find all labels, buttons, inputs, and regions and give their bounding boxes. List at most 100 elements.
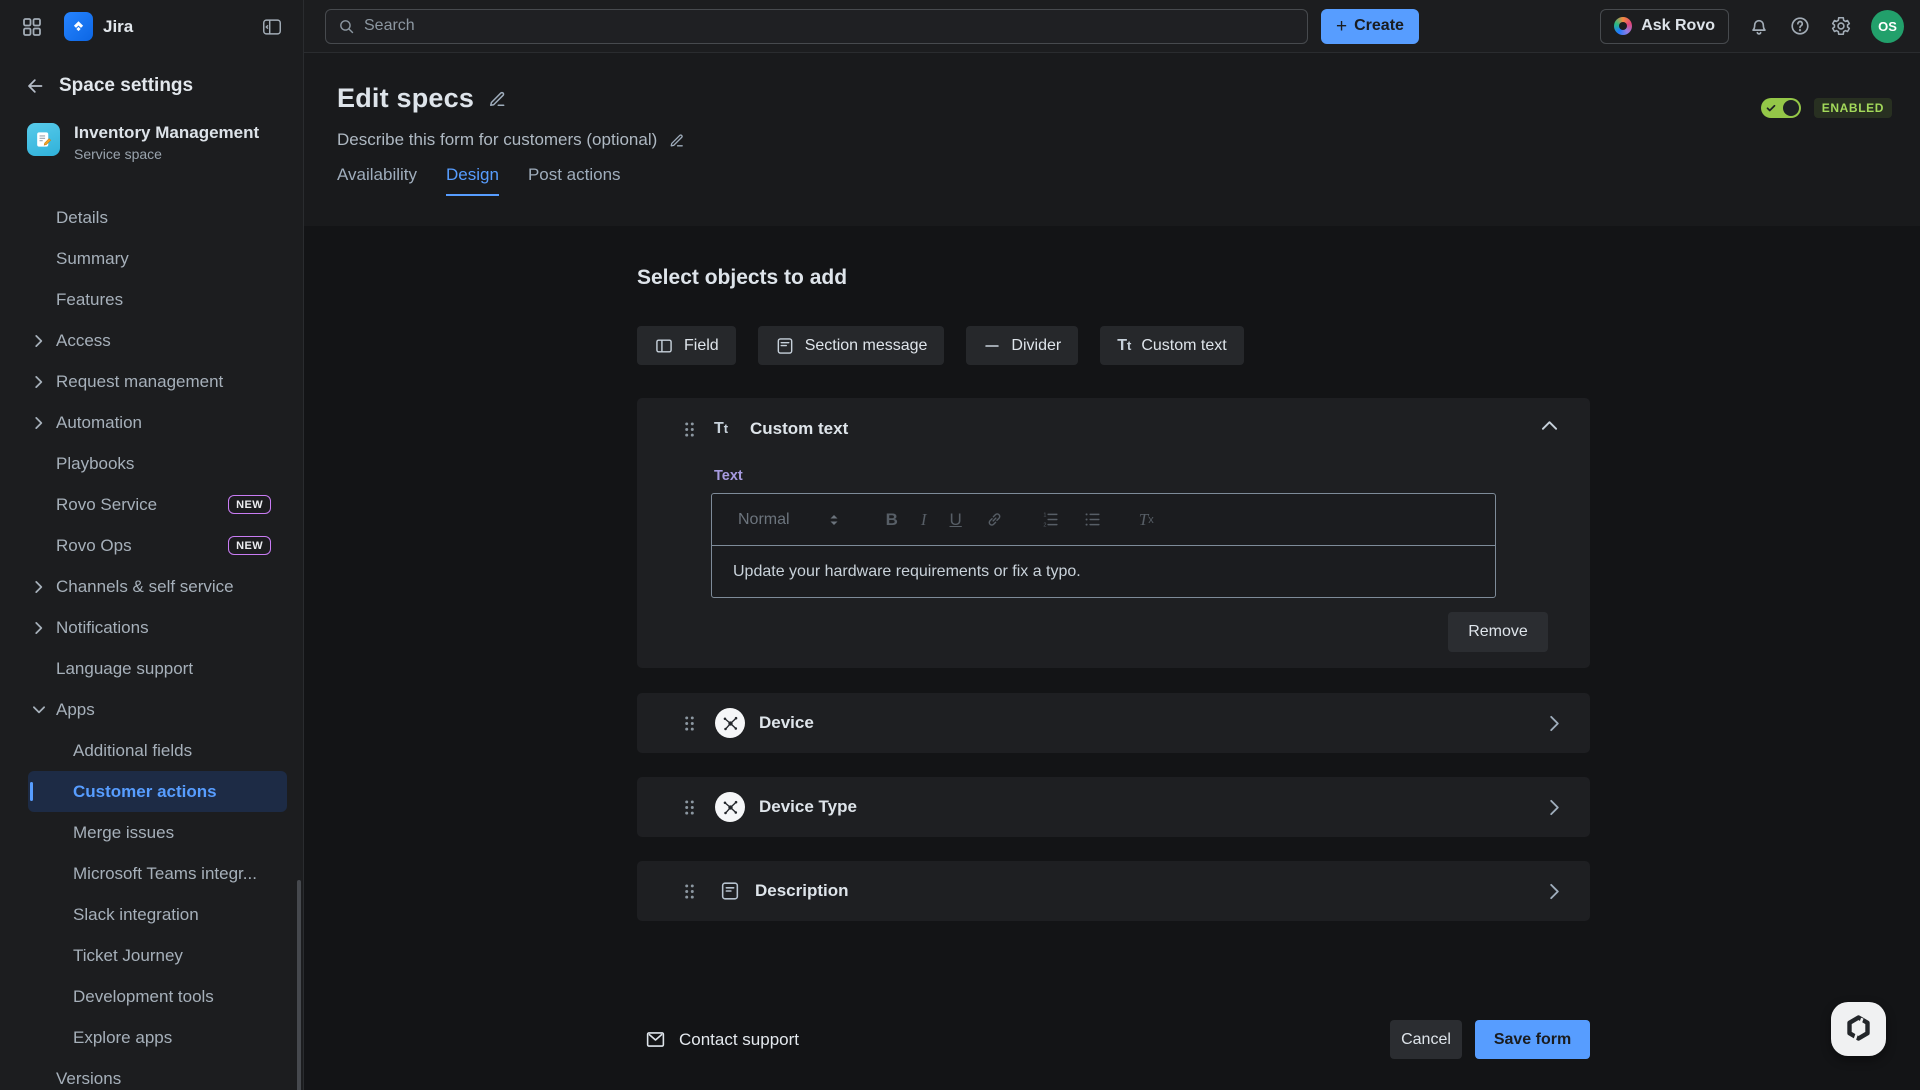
section-heading: Select objects to add — [637, 266, 1590, 290]
sidebar-item-ticket-journey[interactable]: Ticket Journey — [28, 935, 287, 976]
add-object-button-custom-text[interactable]: TtCustom text — [1100, 326, 1243, 365]
rovo-logo-icon — [1614, 17, 1632, 35]
create-button[interactable]: + Create — [1321, 9, 1419, 44]
back-to-space-settings[interactable]: Space settings — [0, 53, 303, 97]
app-name: Jira — [103, 17, 133, 37]
help-icon[interactable] — [1789, 15, 1811, 37]
sidebar-item-customer-actions[interactable]: Customer actions — [28, 771, 287, 812]
page-title: Edit specs — [337, 83, 474, 114]
add-object-button-field[interactable]: Field — [637, 326, 736, 365]
sidebar-item-language-support[interactable]: Language support — [28, 648, 287, 689]
bold-button[interactable]: B — [886, 510, 898, 530]
drag-handle-icon[interactable] — [683, 882, 696, 901]
ask-rovo-button[interactable]: Ask Rovo — [1600, 9, 1729, 44]
tab-design[interactable]: Design — [446, 165, 499, 196]
sidebar-item-channels-self-service[interactable]: Channels & self service — [28, 566, 287, 607]
bullet-list-icon[interactable] — [1083, 510, 1102, 529]
sidebar: Space settings Inventory Management Serv… — [0, 53, 304, 1090]
text-field-label: Text — [714, 468, 743, 484]
text-style-dropdown[interactable]: Normal — [738, 511, 840, 529]
expand-panel-chevron-right-icon[interactable] — [1549, 715, 1560, 732]
drag-handle-icon[interactable] — [683, 798, 696, 817]
sidebar-item-request-management[interactable]: Request management — [28, 361, 287, 402]
add-object-button-divider[interactable]: Divider — [966, 326, 1078, 365]
chevron-right-icon — [33, 375, 45, 388]
sidebar-item-label: Automation — [56, 413, 142, 433]
sidebar-item-label: Apps — [56, 700, 95, 720]
notifications-bell-icon[interactable] — [1748, 15, 1770, 37]
drag-handle-icon[interactable] — [683, 420, 696, 439]
tab-availability[interactable]: Availability — [337, 165, 417, 196]
app-switcher-icon[interactable] — [20, 15, 44, 39]
document-icon — [719, 880, 741, 902]
contact-support-link[interactable]: Contact support — [645, 1029, 799, 1050]
sidebar-item-features[interactable]: Features — [28, 279, 287, 320]
field-panel-device[interactable]: Device — [637, 693, 1590, 753]
sidebar-item-label: Details — [56, 208, 108, 228]
sidebar-item-slack-integration[interactable]: Slack integration — [28, 894, 287, 935]
sidebar-item-label: Development tools — [73, 987, 214, 1007]
user-avatar[interactable]: OS — [1871, 10, 1904, 43]
cancel-button[interactable]: Cancel — [1390, 1020, 1462, 1059]
top-bar-left: Jira — [0, 0, 304, 53]
form-footer: Contact support Cancel Save form — [637, 1020, 1590, 1059]
italic-button[interactable]: I — [921, 510, 927, 530]
link-icon[interactable] — [985, 510, 1004, 529]
sidebar-item-playbooks[interactable]: Playbooks — [28, 443, 287, 484]
search-bar[interactable] — [325, 9, 1308, 44]
enabled-toggle[interactable] — [1761, 98, 1801, 118]
sidebar-item-summary[interactable]: Summary — [28, 238, 287, 279]
sidebar-item-details[interactable]: Details — [28, 197, 287, 238]
field-panel-title: Device Type — [759, 797, 857, 817]
expand-panel-chevron-right-icon[interactable] — [1549, 883, 1560, 900]
sidebar-item-merge-issues[interactable]: Merge issues — [28, 812, 287, 853]
edit-description-pencil-icon[interactable] — [668, 132, 685, 149]
field-panel-device-type[interactable]: Device Type — [637, 777, 1590, 837]
drag-handle-icon[interactable] — [683, 714, 696, 733]
sidebar-item-rovo-ops[interactable]: Rovo OpsNEW — [28, 525, 287, 566]
editor-content-area[interactable]: Update your hardware requirements or fix… — [712, 546, 1495, 598]
search-input[interactable] — [364, 17, 1295, 35]
space-type: Service space — [74, 146, 259, 162]
sidebar-item-automation[interactable]: Automation — [28, 402, 287, 443]
save-form-button[interactable]: Save form — [1475, 1020, 1590, 1059]
sidebar-item-label: Additional fields — [73, 741, 192, 761]
sidebar-item-label: Ticket Journey — [73, 946, 183, 966]
sidebar-item-versions[interactable]: Versions — [28, 1058, 287, 1090]
field-panel-description[interactable]: Description — [637, 861, 1590, 921]
expand-panel-chevron-right-icon[interactable] — [1549, 799, 1560, 816]
toggle-check-icon — [1765, 101, 1777, 115]
space-avatar-icon — [27, 123, 60, 156]
edit-title-pencil-icon[interactable] — [487, 89, 507, 109]
sidebar-item-apps[interactable]: Apps — [28, 689, 287, 730]
custom-text-panel: Tt Custom text Text Normal B I — [637, 398, 1590, 668]
sidebar-item-label: Language support — [56, 659, 193, 679]
remove-button[interactable]: Remove — [1448, 612, 1548, 652]
sidebar-scrollbar[interactable] — [297, 880, 301, 1090]
sidebar-item-development-tools[interactable]: Development tools — [28, 976, 287, 1017]
underline-button[interactable]: U — [950, 510, 962, 530]
add-object-button-section-message[interactable]: Section message — [758, 326, 945, 365]
object-button-label: Field — [684, 337, 719, 355]
sidebar-item-notifications[interactable]: Notifications — [28, 607, 287, 648]
sidebar-item-rovo-service[interactable]: Rovo ServiceNEW — [28, 484, 287, 525]
jira-logo[interactable] — [64, 12, 93, 41]
back-arrow-icon[interactable] — [24, 76, 44, 96]
collapse-panel-chevron-up-icon[interactable] — [1541, 420, 1558, 431]
sidebar-item-label: Features — [56, 290, 123, 310]
sidebar-item-explore-apps[interactable]: Explore apps — [28, 1017, 287, 1058]
sidebar-item-microsoft-teams-integr[interactable]: Microsoft Teams integr... — [28, 853, 287, 894]
floating-app-button[interactable] — [1831, 1002, 1886, 1056]
collapse-sidebar-icon[interactable] — [261, 16, 283, 38]
field-panel-title: Description — [755, 881, 849, 901]
sidebar-item-access[interactable]: Access — [28, 320, 287, 361]
section-message-icon — [775, 336, 795, 356]
sidebar-item-additional-fields[interactable]: Additional fields — [28, 730, 287, 771]
custom-text-icon: Tt — [1117, 337, 1131, 355]
tab-post-actions[interactable]: Post actions — [528, 165, 621, 196]
ordered-list-icon[interactable]: 12 — [1041, 510, 1060, 529]
settings-gear-icon[interactable] — [1830, 15, 1852, 37]
object-button-label: Section message — [805, 337, 928, 355]
clear-formatting-icon[interactable]: Tx — [1139, 510, 1154, 530]
text-style-value: Normal — [738, 511, 790, 529]
